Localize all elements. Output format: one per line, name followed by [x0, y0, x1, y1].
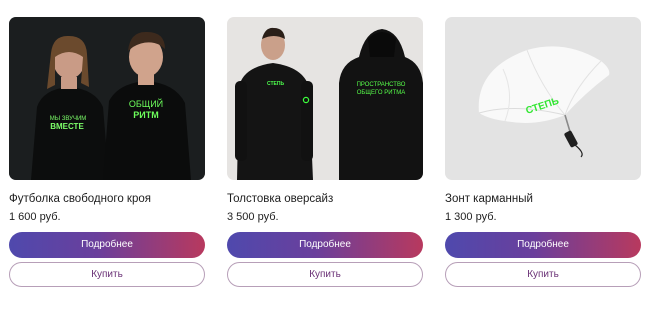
product-card-tshirt: МЫ ЗВУЧИМ ВМЕСТЕ ОБЩИЙ РИТМ Футболка сво… — [9, 17, 205, 287]
details-button[interactable]: Подробнее — [445, 232, 641, 258]
buy-button[interactable]: Купить — [227, 262, 423, 287]
product-price: 1 600 руб. — [9, 211, 61, 223]
product-price: 1 300 руб. — [445, 211, 497, 223]
product-title[interactable]: Толстовка оверсайз — [227, 191, 423, 207]
hoodie-front-logo: СТЕПЬ — [267, 81, 284, 87]
tshirt-print-right-1: ОБЩИЙ — [129, 98, 163, 109]
product-image-hoodie[interactable]: СТЕПЬ ПРОСТРАНСТВО ОБЩЕГО РИТМА — [227, 17, 423, 180]
hoodie-photo: СТЕПЬ ПРОСТРАНСТВО ОБЩЕГО РИТМА — [227, 17, 423, 180]
tshirt-photo: МЫ ЗВУЧИМ ВМЕСТЕ ОБЩИЙ РИТМ — [9, 17, 205, 180]
buy-button[interactable]: Купить — [9, 262, 205, 287]
product-card-hoodie: СТЕПЬ ПРОСТРАНСТВО ОБЩЕГО РИТМА Толстовк… — [227, 17, 423, 287]
buy-button[interactable]: Купить — [445, 262, 641, 287]
product-grid: МЫ ЗВУЧИМ ВМЕСТЕ ОБЩИЙ РИТМ Футболка сво… — [9, 17, 641, 297]
details-button[interactable]: Подробнее — [9, 232, 205, 258]
tshirt-print-left-2: ВМЕСТЕ — [50, 122, 84, 131]
tshirt-print-right-2: РИТМ — [133, 110, 158, 120]
product-title[interactable]: Футболка свободного кроя — [9, 191, 205, 207]
product-title[interactable]: Зонт карманный — [445, 191, 641, 207]
hoodie-back-print-1: ПРОСТРАНСТВО — [357, 82, 406, 88]
product-card-umbrella: СТЕПЬ Зонт карманный 1 300 руб. Подробне… — [445, 17, 641, 287]
hoodie-back-print-2: ОБЩЕГО РИТМА — [357, 90, 405, 96]
umbrella-photo: СТЕПЬ — [445, 17, 641, 180]
product-image-umbrella[interactable]: СТЕПЬ — [445, 17, 641, 180]
product-image-tshirt[interactable]: МЫ ЗВУЧИМ ВМЕСТЕ ОБЩИЙ РИТМ — [9, 17, 205, 180]
details-button[interactable]: Подробнее — [227, 232, 423, 258]
product-price: 3 500 руб. — [227, 211, 279, 223]
